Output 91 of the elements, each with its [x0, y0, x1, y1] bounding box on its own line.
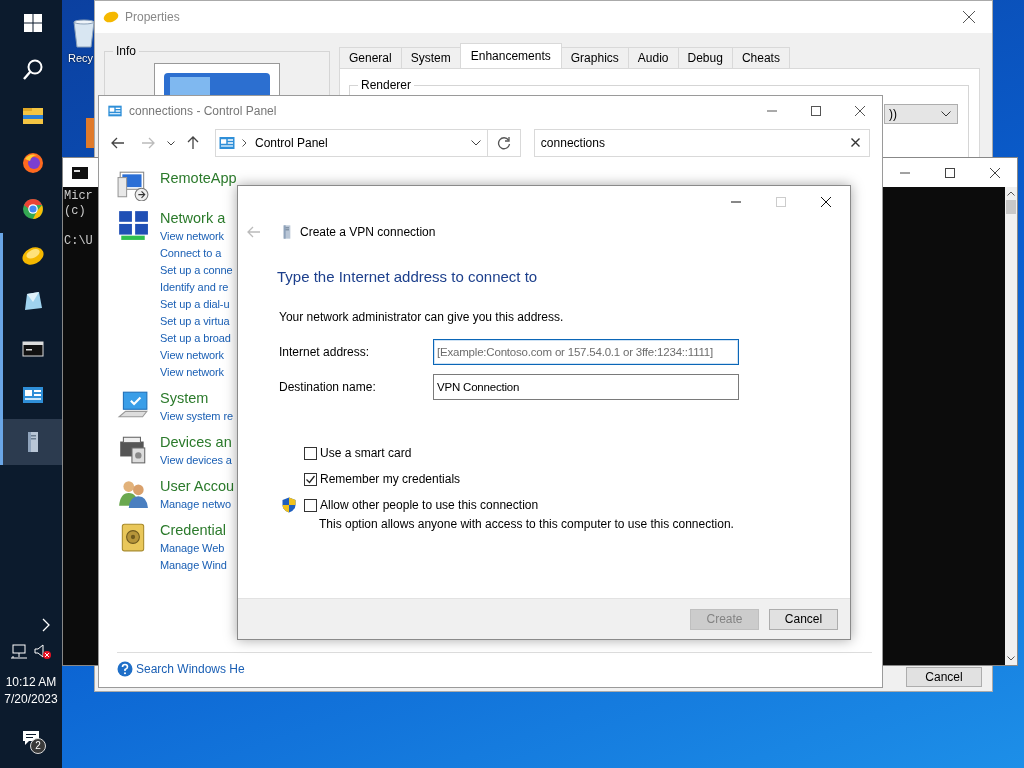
tab[interactable]: Cheats — [731, 47, 790, 68]
task-link[interactable]: Manage Wind — [160, 557, 227, 574]
taskbar-button[interactable] — [0, 418, 62, 465]
chrome-icon — [20, 197, 45, 222]
tab[interactable]: General — [339, 47, 402, 68]
task-link[interactable]: Set up a broad — [160, 330, 233, 347]
category-link[interactable]: Network a — [160, 209, 233, 228]
tab[interactable]: Debug — [677, 47, 733, 68]
task-link[interactable]: Connect to a — [160, 245, 233, 262]
name-field[interactable]: VPN Connection — [433, 374, 739, 400]
option-description: This option allows anyone with access to this computer to use this connection. — [319, 517, 735, 531]
category-link[interactable]: Devices an — [160, 433, 232, 452]
category-link[interactable]: System — [160, 389, 233, 408]
maximize-icon — [811, 105, 821, 116]
chevron-right-icon — [42, 618, 50, 632]
group-label: Info — [113, 44, 139, 58]
back-arrow-icon — [247, 226, 261, 238]
cancel-button[interactable]: Cancel — [769, 608, 838, 630]
help-icon — [117, 661, 133, 677]
cancel-button[interactable]: Cancel — [906, 667, 982, 687]
breadcrumb-chevron-icon — [242, 139, 247, 147]
category-link[interactable]: User Accou — [160, 477, 235, 496]
checkbox-label[interactable]: Remember my credentials — [320, 472, 461, 486]
checkbox[interactable] — [304, 472, 317, 486]
console-icon — [72, 166, 88, 179]
close-icon — [820, 197, 831, 207]
back-arrow-icon — [111, 137, 125, 149]
volume-muted-icon — [34, 644, 52, 660]
scrollbar[interactable] — [1005, 187, 1017, 665]
task-link[interactable]: Identify and re — [160, 279, 233, 296]
renderer-dropdown[interactable]: )) — [884, 104, 958, 124]
task-link[interactable]: View devices a — [160, 452, 232, 469]
tab[interactable]: Enhancements — [459, 43, 562, 68]
search-icon — [20, 57, 45, 82]
search-field[interactable]: connections — [533, 129, 870, 157]
firefox-icon — [20, 150, 45, 175]
field-label: Internet address: — [279, 345, 371, 359]
checkbox[interactable] — [304, 446, 317, 460]
desktop-icon-label[interactable]: Recy — [68, 52, 94, 64]
task-link[interactable]: Manage Web — [160, 540, 227, 557]
checkbox-label[interactable]: Use a smart card — [320, 446, 412, 460]
network-grid-icon — [117, 209, 149, 241]
category-link[interactable]: RemoteApp — [160, 169, 237, 188]
refresh-button[interactable] — [488, 129, 521, 157]
group-label: Renderer — [358, 78, 415, 92]
checkbox-label[interactable]: Allow other people to use this connection — [320, 498, 539, 512]
up-arrow-icon — [187, 136, 199, 150]
scroll-up-icon — [1007, 191, 1015, 196]
remote-desktop-icon — [117, 169, 149, 201]
category-link[interactable]: Credential — [160, 521, 227, 540]
field-label: Destination name: — [279, 380, 377, 394]
tab[interactable]: System — [400, 47, 461, 68]
task-link[interactable]: Set up a conne — [160, 262, 233, 279]
notifications-button[interactable]: 2 — [11, 720, 51, 756]
console-text: Micr (c) C:\U — [64, 189, 93, 249]
scrollbar-thumb[interactable] — [1006, 200, 1016, 214]
window-title: connections - Control Panel — [129, 103, 278, 118]
notification-count: 2 — [30, 738, 46, 754]
address-field[interactable]: [Example:Contoso.com or 157.54.0.1 or 3ffe:1234::1111] — [433, 339, 739, 365]
chevron-down-icon — [941, 111, 951, 117]
close-icon — [989, 167, 1000, 178]
task-link[interactable]: View system re — [160, 408, 233, 425]
control-panel-icon — [218, 134, 236, 152]
breadcrumb[interactable]: Control Panel — [255, 136, 466, 150]
checkbox[interactable] — [304, 498, 317, 512]
tab[interactable]: Graphics — [560, 47, 629, 68]
task-link[interactable]: View network — [160, 347, 233, 364]
forward-arrow-icon — [141, 137, 155, 149]
address-bar[interactable]: Control Panel — [215, 129, 489, 157]
scroll-down-icon — [1007, 656, 1015, 661]
instruction-text: Your network administrator can give you this address. — [279, 310, 565, 324]
dialog-title: Create a VPN connection — [300, 225, 436, 239]
chevron-down-icon — [471, 140, 482, 146]
coin-icon — [103, 10, 119, 24]
dialog-heading: Type the Internet address to connect to — [277, 268, 539, 285]
clear-icon — [851, 138, 860, 147]
refresh-icon — [497, 136, 512, 150]
maximize-icon — [775, 197, 786, 207]
window-title: Properties — [125, 10, 181, 24]
help-link[interactable]: Search Windows He — [136, 662, 245, 676]
task-link[interactable]: Set up a dial-u — [160, 296, 233, 313]
chevron-down-icon — [167, 140, 175, 146]
task-link[interactable]: Set up a virtua — [160, 313, 233, 330]
task-link[interactable]: View network — [160, 228, 233, 245]
close-icon — [855, 105, 865, 116]
clock[interactable]: 10:12 AM 7/20/2023 — [4, 674, 58, 708]
network-icon — [10, 644, 28, 660]
task-link[interactable]: Manage netwo — [160, 496, 235, 513]
task-link[interactable]: View network — [160, 364, 233, 381]
close-icon — [963, 11, 975, 23]
maximize-icon — [944, 167, 955, 178]
